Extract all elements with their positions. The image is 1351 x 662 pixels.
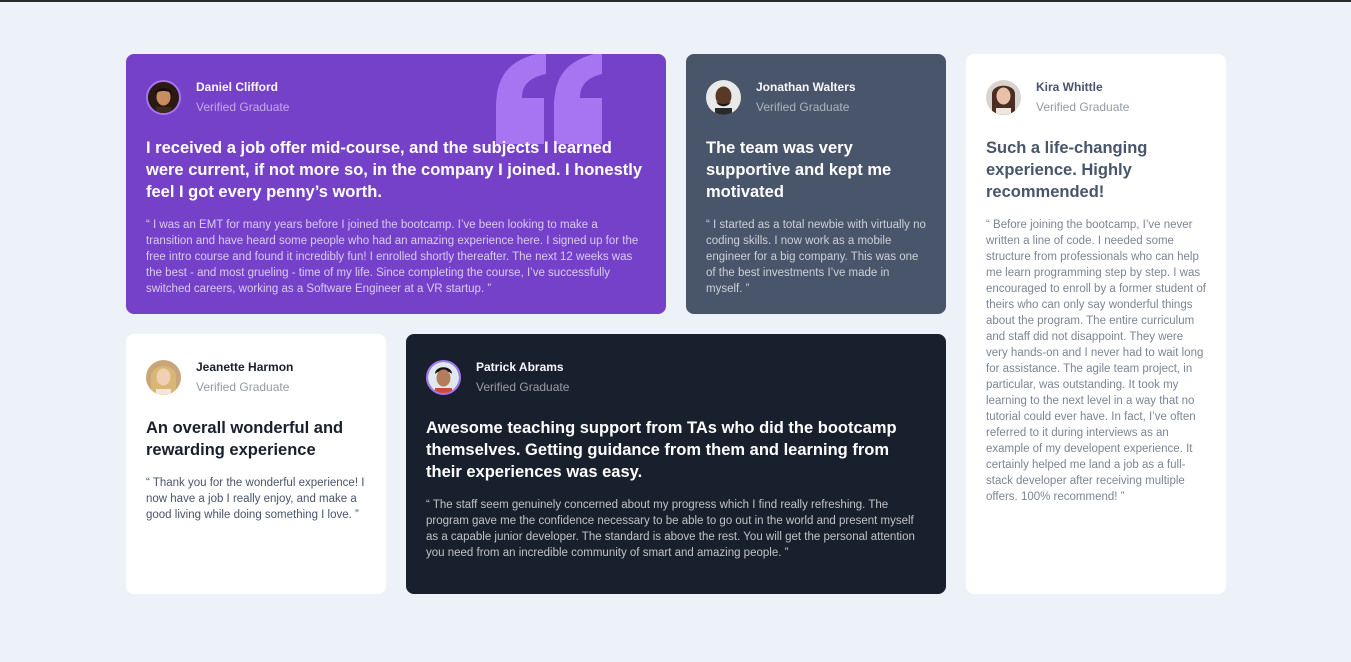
testimonial-headline: The team was very supportive and kept me… xyxy=(706,139,892,201)
author-name: Kira Whittle xyxy=(1036,80,1103,94)
testimonial-body: “ The staff seem genuinely concerned abo… xyxy=(426,499,915,559)
testimonial-card-daniel: Daniel Clifford Verified Graduate I rece… xyxy=(126,54,666,314)
testimonial-headline: Awesome teaching support from TAs who di… xyxy=(426,419,897,481)
author-name: Daniel Clifford xyxy=(196,80,279,94)
avatar xyxy=(426,359,461,395)
testimonial-card-jeanette: Jeanette Harmon Verified Graduate An ove… xyxy=(126,334,386,594)
author: Jonathan Walters Verified Graduate xyxy=(706,79,926,115)
testimonial-body: “ I was an EMT for many years before I j… xyxy=(146,219,639,295)
testimonial-body: “ Before joining the bootcamp, I’ve neve… xyxy=(986,219,1206,503)
avatar xyxy=(986,79,1021,115)
author-role: Verified Graduate xyxy=(196,380,290,394)
author-role: Verified Graduate xyxy=(196,100,290,114)
testimonial-card-jonathan: Jonathan Walters Verified Graduate The t… xyxy=(686,54,946,314)
avatar xyxy=(146,359,181,395)
testimonial-headline: An overall wonderful and rewarding exper… xyxy=(146,419,344,459)
testimonial-headline: Such a life-changing experience. Highly … xyxy=(986,139,1148,201)
author: Daniel Clifford Verified Graduate xyxy=(146,79,646,115)
avatar xyxy=(146,79,181,115)
author: Jeanette Harmon Verified Graduate xyxy=(146,359,366,395)
testimonial-card-patrick: Patrick Abrams Verified Graduate Awesome… xyxy=(406,334,946,594)
author: Patrick Abrams Verified Graduate xyxy=(426,359,926,395)
author-name: Jeanette Harmon xyxy=(196,360,294,374)
top-border xyxy=(0,0,1351,2)
author: Kira Whittle Verified Graduate xyxy=(986,79,1206,115)
testimonial-body: “ Thank you for the wonderful experience… xyxy=(146,477,365,521)
author-role: Verified Graduate xyxy=(1036,100,1130,114)
author-name: Jonathan Walters xyxy=(756,80,856,94)
author-name: Patrick Abrams xyxy=(476,360,564,374)
testimonials-grid: Daniel Clifford Verified Graduate I rece… xyxy=(126,54,1226,594)
testimonial-headline: I received a job offer mid-course, and t… xyxy=(146,139,642,201)
author-role: Verified Graduate xyxy=(476,380,570,394)
avatar xyxy=(706,79,741,115)
testimonial-card-kira: Kira Whittle Verified Graduate Such a li… xyxy=(966,54,1226,594)
author-role: Verified Graduate xyxy=(756,100,850,114)
testimonial-body: “ I started as a total newbie with virtu… xyxy=(706,219,926,295)
